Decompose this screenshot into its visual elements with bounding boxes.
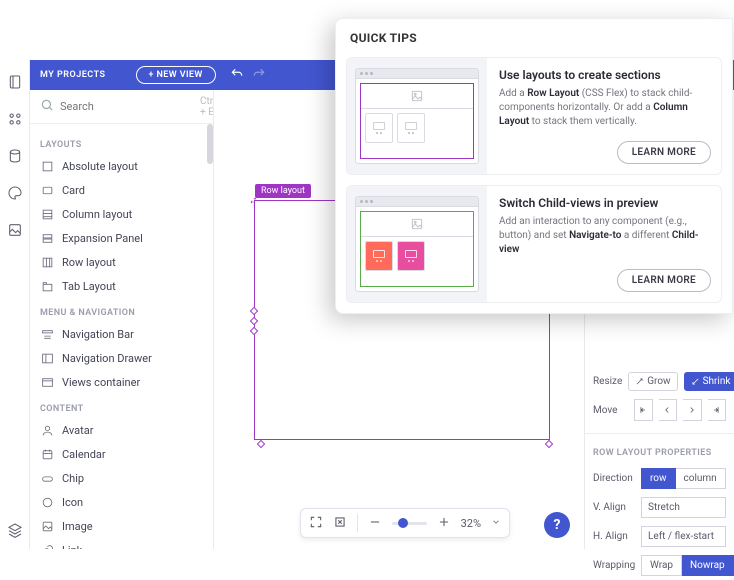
move-end-button[interactable] — [708, 399, 726, 421]
redo-button[interactable] — [252, 67, 266, 84]
list-item[interactable]: Link — [30, 538, 213, 549]
search-input[interactable] — [60, 100, 200, 113]
move-left-button[interactable] — [659, 399, 677, 421]
theme-icon[interactable] — [7, 185, 23, 204]
search-icon — [40, 98, 54, 115]
resize-handle[interactable] — [545, 440, 553, 448]
resize-label: Resize — [593, 376, 622, 387]
image-icon — [40, 519, 54, 533]
layers-icon[interactable] — [7, 522, 23, 541]
halign-label: H. Align — [593, 531, 635, 542]
zoom-value: 32% — [461, 517, 481, 530]
grow-button[interactable]: Grow — [628, 372, 677, 391]
tip-card: Use layouts to create sections Add a Row… — [346, 57, 722, 175]
assets-icon[interactable] — [7, 222, 23, 241]
section-layouts: LAYOUTS — [30, 130, 213, 154]
tip-thumbnail — [347, 58, 487, 174]
valign-select[interactable]: Stretch — [641, 497, 726, 518]
search-shortcut: Ctrl + E — [200, 96, 214, 118]
list-item[interactable]: Icon — [30, 490, 213, 514]
scrollbar-thumb[interactable] — [207, 124, 213, 164]
zoom-slider[interactable] — [392, 522, 427, 525]
zoom-toolbar: 32% — [300, 508, 510, 538]
move-label: Move — [593, 405, 628, 416]
chip-icon — [40, 471, 54, 485]
drawer-icon — [40, 351, 54, 365]
list-item[interactable]: Absolute layout — [30, 154, 213, 178]
left-rail — [0, 60, 30, 549]
calendar-icon — [40, 447, 54, 461]
selection-label: Row layout — [255, 184, 311, 198]
zoom-slider-knob[interactable] — [398, 518, 408, 528]
components-icon[interactable] — [7, 111, 23, 130]
list-item[interactable]: Column layout — [30, 202, 213, 226]
scrollbar-track[interactable] — [207, 124, 213, 549]
section-content: CONTENT — [30, 394, 213, 418]
quick-tips-header: QUICK TIPS — [336, 19, 732, 53]
list-item[interactable]: Views container — [30, 370, 213, 394]
row-layout-icon — [40, 255, 54, 269]
learn-more-button[interactable]: LEARN MORE — [617, 141, 711, 164]
resize-handle[interactable] — [257, 440, 265, 448]
list-item[interactable]: Image — [30, 514, 213, 538]
zoom-in-button[interactable] — [437, 515, 451, 532]
new-view-button[interactable]: + NEW VIEW — [136, 66, 216, 84]
tip-description: Add a Row Layout (CSS Flex) to stack chi… — [499, 87, 711, 129]
link-icon — [40, 543, 54, 549]
column-layout-icon — [40, 207, 54, 221]
card-icon — [40, 183, 54, 197]
list-item[interactable]: Calendar — [30, 442, 213, 466]
row-layout-section-title: ROW LAYOUT PROPERTIES — [585, 433, 734, 464]
expansion-panel-icon — [40, 231, 54, 245]
move-start-button[interactable] — [634, 399, 653, 421]
list-item[interactable]: Chip — [30, 466, 213, 490]
section-menu: MENU & NAVIGATION — [30, 298, 213, 322]
zoom-out-button[interactable] — [368, 515, 382, 532]
learn-more-button[interactable]: LEARN MORE — [617, 269, 711, 292]
breadcrumb[interactable]: MY PROJECTS — [40, 70, 106, 80]
avatar-icon — [40, 423, 54, 437]
nowrap-button[interactable]: Nowrap — [682, 555, 734, 576]
tip-card: Switch Child-views in preview Add an int… — [346, 185, 722, 303]
tip-title: Switch Child-views in preview — [499, 196, 711, 210]
list-item[interactable]: Card — [30, 178, 213, 202]
views-container-icon — [40, 375, 54, 389]
undo-button[interactable] — [230, 67, 244, 84]
navbar-icon — [40, 327, 54, 341]
icon-icon — [40, 495, 54, 509]
pages-icon[interactable] — [7, 74, 23, 93]
wrap-label: Wrapping — [593, 560, 635, 571]
direction-label: Direction — [593, 473, 635, 484]
list-item[interactable]: Expansion Panel — [30, 226, 213, 250]
tip-title: Use layouts to create sections — [499, 68, 711, 82]
list-item[interactable]: Navigation Bar — [30, 322, 213, 346]
tab-layout-icon — [40, 279, 54, 293]
shrink-button[interactable]: Shrink — [684, 372, 734, 391]
quick-tips-panel: QUICK TIPS Use layouts to create section… — [335, 18, 733, 314]
list-item[interactable]: Avatar — [30, 418, 213, 442]
wrap-button[interactable]: Wrap — [641, 555, 682, 576]
direction-row-button[interactable]: row — [641, 468, 676, 489]
tip-description: Add an interaction to any component (e.g… — [499, 215, 711, 257]
valign-label: V. Align — [593, 502, 635, 513]
zoom-dropdown[interactable] — [491, 516, 501, 530]
halign-select[interactable]: Left / flex-start — [641, 526, 726, 547]
absolute-layout-icon — [40, 159, 54, 173]
direction-column-button[interactable]: column — [676, 468, 726, 489]
fullscreen-icon[interactable] — [309, 515, 323, 532]
tip-thumbnail — [347, 186, 487, 302]
fit-icon[interactable] — [333, 515, 347, 532]
search-bar: Ctrl + E — [30, 90, 213, 124]
divider — [357, 514, 358, 532]
help-button[interactable]: ? — [544, 512, 570, 538]
move-right-button[interactable] — [683, 399, 701, 421]
list-item[interactable]: Row layout — [30, 250, 213, 274]
data-icon[interactable] — [7, 148, 23, 167]
list-item[interactable]: Tab Layout — [30, 274, 213, 298]
components-panel: Ctrl + E LAYOUTS Absolute layout Card Co… — [30, 90, 214, 549]
list-item[interactable]: Navigation Drawer — [30, 346, 213, 370]
